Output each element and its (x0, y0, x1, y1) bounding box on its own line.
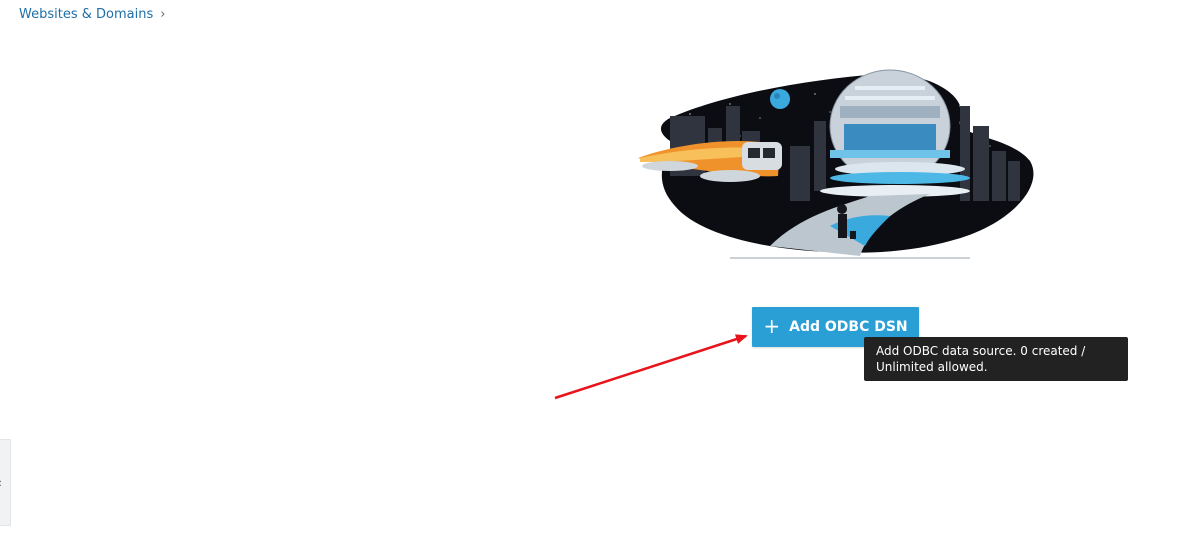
breadcrumb-websites-domains[interactable]: Websites & Domains (19, 7, 153, 22)
add-odbc-dsn-label: Add ODBC DSN (789, 319, 908, 335)
breadcrumb: Websites & Domains › (19, 6, 166, 23)
plus-icon: + (763, 314, 781, 338)
add-odbc-dsn-tooltip: Add ODBC data source. 0 created / Unlimi… (864, 337, 1128, 381)
chevron-right-icon: › (160, 7, 166, 22)
space-city-illustration (638, 69, 1034, 259)
page: Websites & Domains › + Add ODBC DSN Add … (0, 0, 1199, 542)
chevron-left-icon: ‹ (0, 476, 2, 490)
sidebar-collapse-tab[interactable]: ‹ (0, 439, 11, 526)
